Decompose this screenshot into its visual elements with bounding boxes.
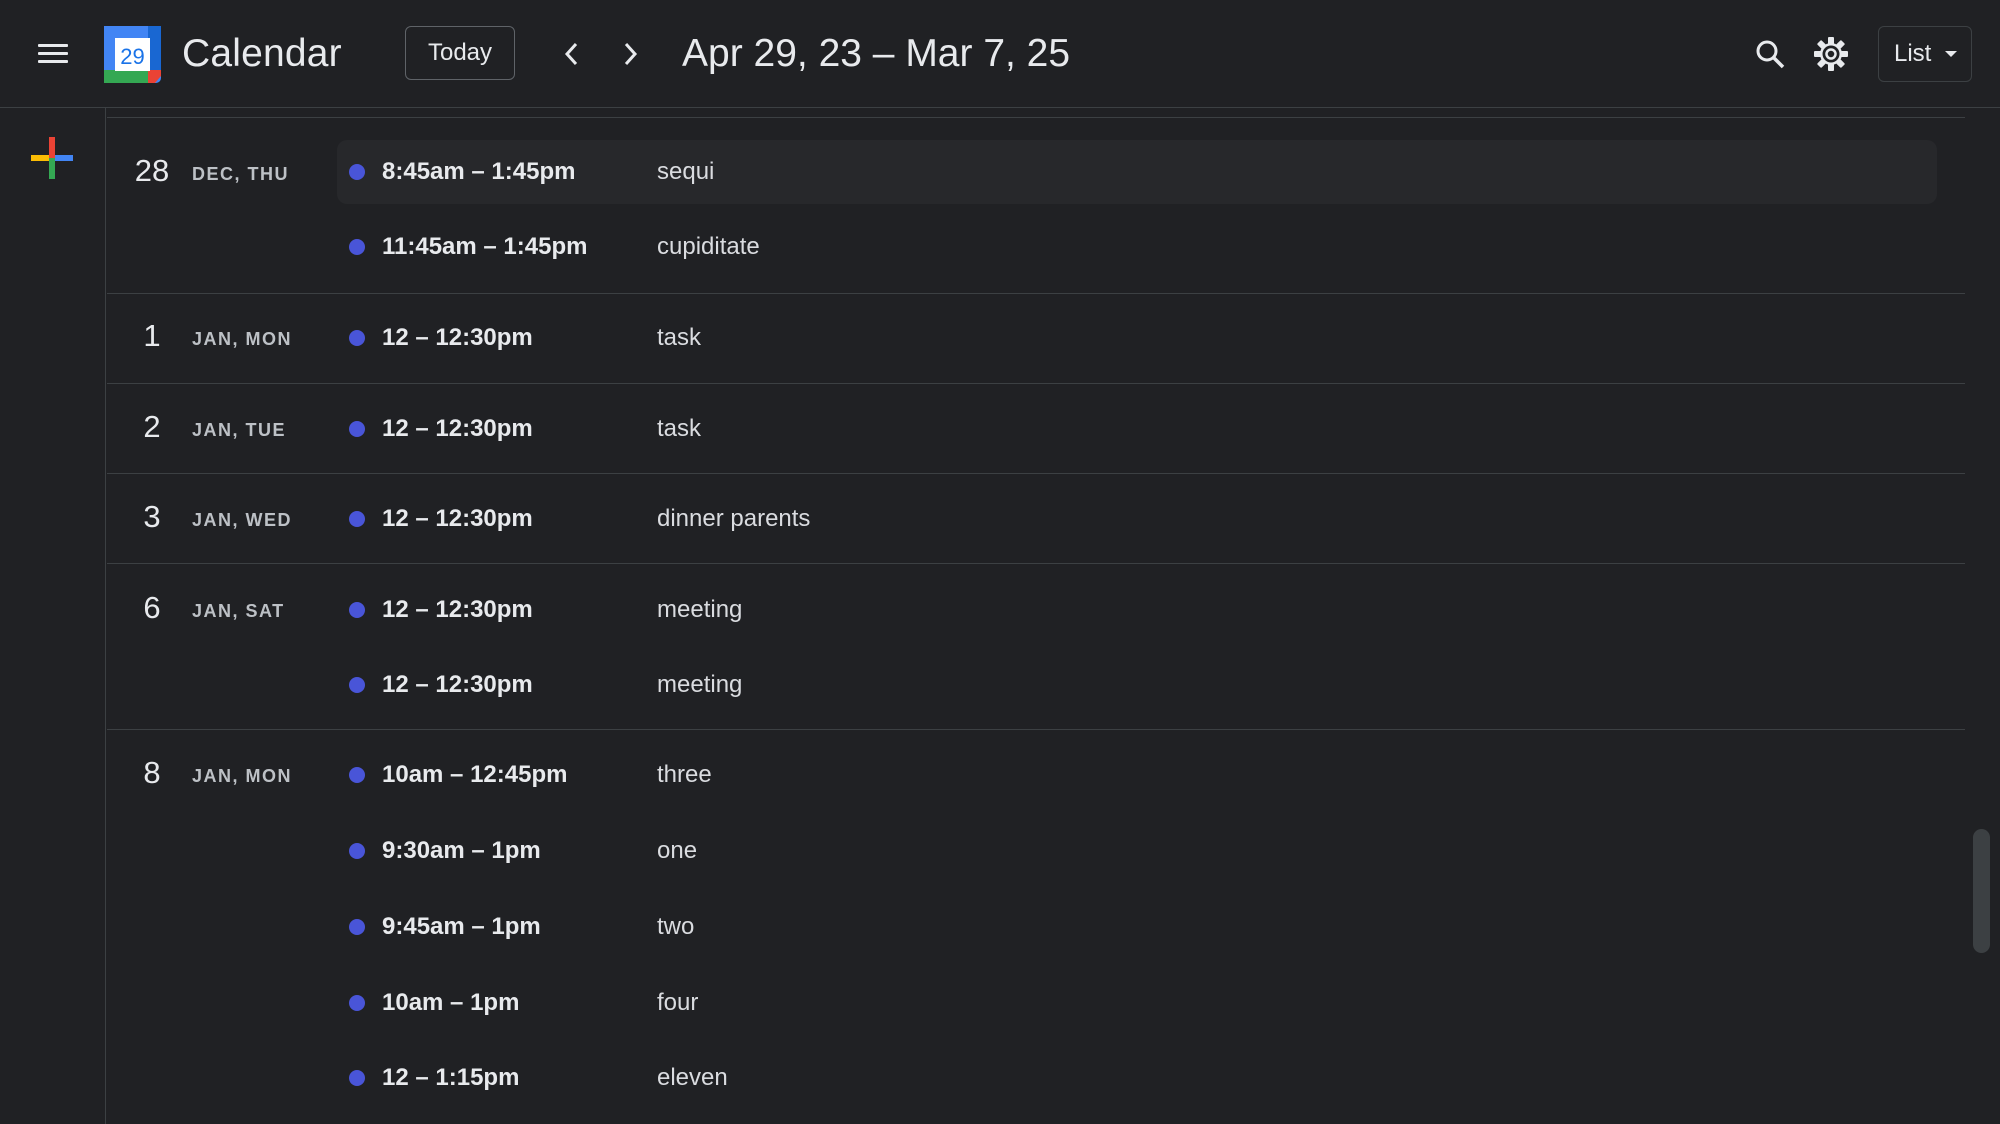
- day-number[interactable]: 2: [107, 407, 197, 447]
- day-number[interactable]: 6: [107, 588, 197, 628]
- event-time: 11:45am – 1:45pm: [382, 233, 588, 260]
- day-label: JAN, TUE: [192, 420, 287, 440]
- next-period-button[interactable]: [606, 30, 654, 78]
- event-color-dot: [349, 919, 365, 935]
- agenda-list: 28 DEC, THU 8:45am – 1:45pm sequi 11:45a…: [107, 108, 1965, 1124]
- event-item[interactable]: 10am – 1pm four: [337, 971, 1937, 1035]
- day-group: 1 JAN, MON 12 – 12:30pm task: [107, 293, 1965, 384]
- settings-button[interactable]: [1807, 30, 1855, 78]
- day-number[interactable]: 8: [107, 753, 197, 793]
- event-item[interactable]: 10am – 12:45pm three: [337, 743, 1937, 807]
- event-time: 12 – 12:30pm: [382, 596, 533, 623]
- date-range-title: Apr 29, 23 – Mar 7, 25: [682, 32, 1071, 75]
- event-time: 10am – 1pm: [382, 989, 520, 1016]
- event-title: cupiditate: [657, 233, 760, 260]
- event-item[interactable]: 12 – 1:15pm eleven: [337, 1046, 1937, 1110]
- day-group: 3 JAN, WED 12 – 12:30pm dinner parents: [107, 473, 1965, 564]
- plus-icon: [31, 137, 73, 179]
- gear-icon: [1814, 37, 1848, 71]
- event-title: task: [657, 324, 702, 351]
- menu-icon: [38, 44, 68, 47]
- chevron-right-icon: [624, 42, 638, 66]
- event-color-dot: [349, 843, 365, 859]
- day-label: JAN, WED: [192, 510, 293, 530]
- event-color-dot: [349, 1070, 365, 1086]
- event-item[interactable]: 12 – 12:30pm dinner parents: [337, 487, 1937, 551]
- event-time: 9:45am – 1pm: [382, 913, 541, 940]
- side-rail: [0, 108, 106, 1124]
- event-color-dot: [349, 602, 365, 618]
- event-item[interactable]: 12 – 12:30pm task: [337, 306, 1937, 370]
- day-number[interactable]: 3: [107, 497, 197, 537]
- logo-day: 29: [120, 44, 144, 69]
- event-title: one: [657, 837, 698, 864]
- event-time: 10am – 12:45pm: [382, 761, 568, 788]
- day-group: 2 JAN, TUE 12 – 12:30pm task: [107, 383, 1965, 474]
- day-number[interactable]: 28: [107, 151, 197, 191]
- day-label: JAN, SAT: [192, 601, 285, 621]
- day-group: 8 JAN, MON 10am – 12:45pm three 9:30am –…: [107, 729, 1965, 1124]
- event-item[interactable]: 8:45am – 1:45pm sequi: [337, 140, 1937, 204]
- day-label: DEC, THU: [192, 164, 289, 184]
- event-time: 12 – 12:30pm: [382, 324, 533, 351]
- chevron-left-icon: [564, 42, 578, 66]
- event-title: two: [657, 913, 695, 940]
- day-group: 28 DEC, THU 8:45am – 1:45pm sequi 11:45a…: [107, 118, 1965, 294]
- event-item[interactable]: 12 – 12:30pm meeting: [337, 653, 1937, 717]
- menu-icon-bar: [38, 60, 68, 63]
- event-time: 12 – 12:30pm: [382, 671, 533, 698]
- event-item[interactable]: 12 – 12:30pm task: [337, 397, 1937, 461]
- top-app-bar: 29 Calendar Today Apr 29, 23 – Mar 7, 25: [0, 0, 2000, 108]
- event-item[interactable]: 12 – 12:30pm meeting: [337, 578, 1937, 642]
- search-button[interactable]: [1746, 30, 1794, 78]
- event-time: 12 – 12:30pm: [382, 505, 533, 532]
- event-title: dinner parents: [657, 505, 811, 532]
- day-label: JAN, MON: [192, 766, 293, 786]
- app-title: Calendar: [182, 32, 342, 75]
- search-icon: [1756, 40, 1785, 69]
- event-title: four: [657, 989, 699, 1016]
- event-title: meeting: [657, 596, 743, 623]
- event-color-dot: [349, 421, 365, 437]
- calendar-logo[interactable]: 29: [104, 26, 161, 83]
- event-color-dot: [349, 767, 365, 783]
- day-group: 6 JAN, SAT 12 – 12:30pm meeting 12 – 12:…: [107, 563, 1965, 730]
- today-button[interactable]: Today: [405, 26, 515, 80]
- event-color-dot: [349, 677, 365, 693]
- caret-down-icon: [1945, 51, 1957, 57]
- event-time: 12 – 12:30pm: [382, 415, 533, 442]
- event-time: 12 – 1:15pm: [382, 1064, 520, 1091]
- event-title: meeting: [657, 671, 743, 698]
- event-title: three: [657, 761, 712, 788]
- event-color-dot: [349, 995, 365, 1011]
- event-time: 8:45am – 1:45pm: [382, 158, 576, 185]
- menu-icon-bar: [38, 52, 68, 55]
- scrollbar-thumb[interactable]: [1973, 829, 1990, 953]
- event-color-dot: [349, 239, 365, 255]
- event-item[interactable]: 9:30am – 1pm one: [337, 819, 1937, 883]
- event-color-dot: [349, 164, 365, 180]
- event-time: 9:30am – 1pm: [382, 837, 541, 864]
- previous-period-button[interactable]: [548, 30, 596, 78]
- main-menu-button[interactable]: [29, 30, 77, 78]
- event-title: eleven: [657, 1064, 728, 1091]
- day-label: JAN, MON: [192, 329, 293, 349]
- view-switcher-label: List: [1894, 40, 1932, 67]
- event-color-dot: [349, 511, 365, 527]
- event-color-dot: [349, 330, 365, 346]
- event-title: sequi: [657, 158, 715, 185]
- event-item[interactable]: 9:45am – 1pm two: [337, 895, 1937, 959]
- view-switcher-dropdown[interactable]: List: [1878, 26, 1972, 82]
- day-number[interactable]: 1: [107, 316, 197, 356]
- create-event-button[interactable]: [28, 134, 76, 182]
- event-item[interactable]: 11:45am – 1:45pm cupiditate: [337, 215, 1937, 279]
- event-title: task: [657, 415, 702, 442]
